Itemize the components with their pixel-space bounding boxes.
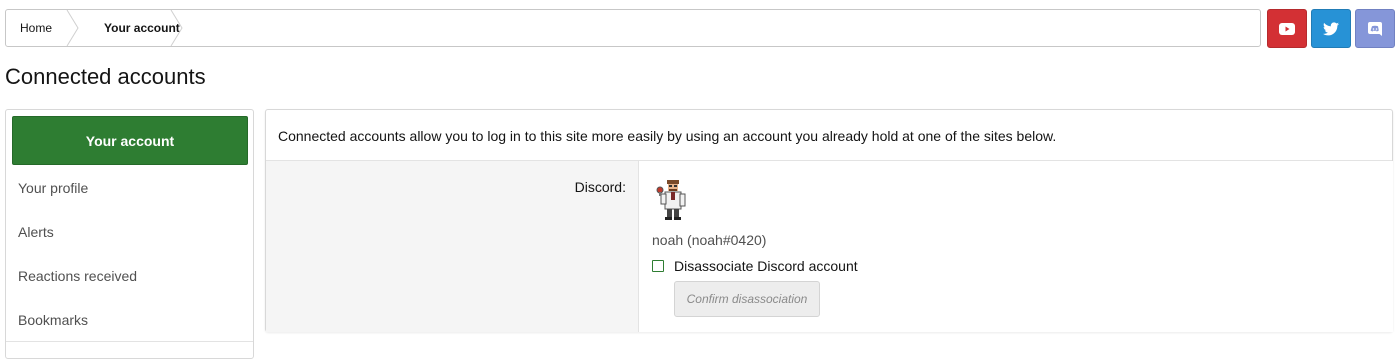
sidebar-divider [6,341,253,342]
disassociate-checkbox[interactable] [652,260,664,272]
breadcrumb-home[interactable]: Home [6,10,68,46]
sidebar-item-your-profile[interactable]: Your profile [18,180,88,196]
breadcrumb-your-account-label: Your account [104,21,180,35]
discord-icon [1368,21,1382,36]
provider-details: noah (noah#0420) Disassociate Discord ac… [638,161,1393,332]
discord-button[interactable] [1355,9,1395,48]
breadcrumb-separator-icon [66,10,79,46]
sidebar-item-alerts[interactable]: Alerts [18,224,54,240]
breadcrumb-your-account[interactable]: Your account [90,10,204,46]
disassociate-option[interactable]: Disassociate Discord account [652,258,858,274]
provider-row: Discord: noah (noah#0420) Disassociate D… [266,160,1393,332]
avatar [656,180,686,220]
twitter-icon [1323,21,1339,35]
sidebar-item-your-account[interactable]: Your account [12,116,248,165]
breadcrumb-separator-icon [170,10,183,46]
breadcrumb: Home Your account [5,9,1261,47]
connected-accounts-panel: Connected accounts allow you to log in t… [265,109,1393,332]
youtube-button[interactable] [1267,9,1307,48]
youtube-icon [1279,22,1295,35]
sidebar-item-bookmarks[interactable]: Bookmarks [18,312,88,328]
confirm-disassociation-button[interactable]: Confirm disassociation [674,281,820,317]
account-sidebar: Your account Your profile Alerts Reactio… [5,109,254,359]
provider-label: Discord: [574,179,626,195]
connected-account-name: noah (noah#0420) [652,232,767,248]
disassociate-label: Disassociate Discord account [674,258,858,274]
breadcrumb-home-label: Home [20,21,53,35]
twitter-button[interactable] [1311,9,1351,48]
intro-text: Connected accounts allow you to log in t… [278,128,1057,144]
sidebar-item-reactions-received[interactable]: Reactions received [18,268,137,284]
page-title: Connected accounts [5,64,206,89]
